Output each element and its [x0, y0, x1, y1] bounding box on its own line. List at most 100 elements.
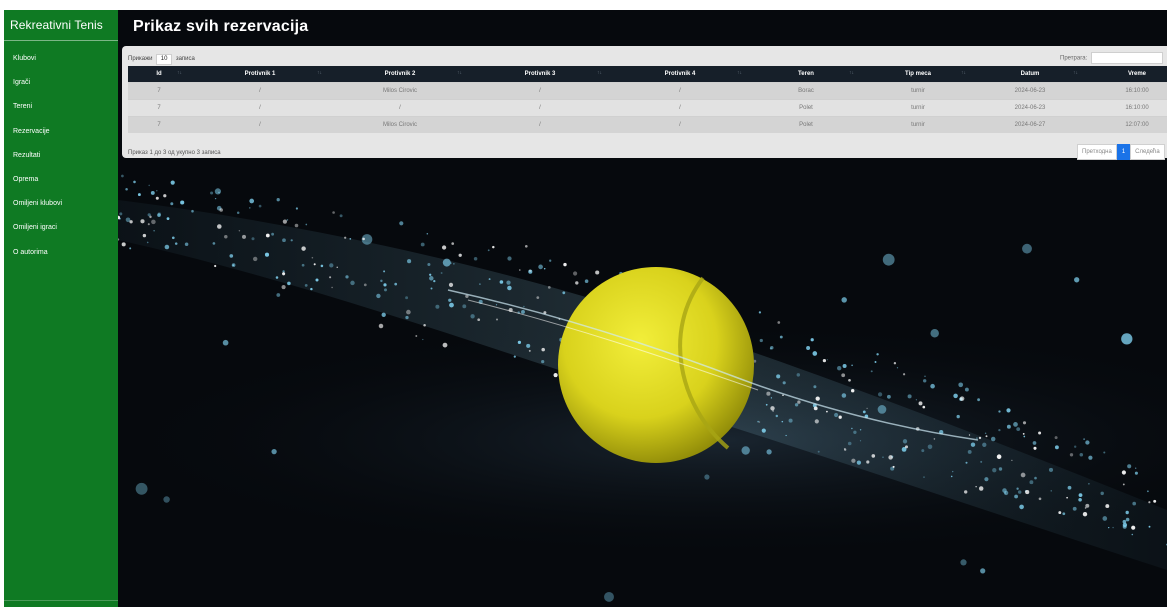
water-droplet	[282, 272, 286, 276]
sidebar-item-rezervacije[interactable]: Rezervacije	[4, 120, 118, 144]
pagination-page-1-button[interactable]: 1	[1116, 144, 1131, 160]
water-droplet	[442, 342, 448, 348]
column-header-id[interactable]: Id ↑↓	[128, 66, 190, 83]
water-droplet	[236, 211, 240, 215]
water-droplet	[1121, 470, 1126, 475]
water-droplet	[794, 403, 799, 407]
sidebar-item-omiljeni-igraci[interactable]: Omiljeni igraci	[4, 216, 118, 240]
water-droplet	[788, 418, 793, 423]
column-header-protivnik-1[interactable]: Protivnik 1 ↑↓	[190, 66, 330, 83]
column-header-label: Teren	[798, 71, 814, 77]
water-droplet	[1153, 499, 1157, 503]
water-droplet	[378, 323, 384, 329]
water-droplet	[479, 283, 481, 285]
column-header-protivnik-2[interactable]: Protivnik 2 ↑↓	[330, 66, 470, 83]
column-header-protivnik-3[interactable]: Protivnik 3 ↑↓	[470, 66, 610, 83]
water-droplet	[761, 428, 766, 433]
column-header-label: Tip meca	[905, 71, 931, 77]
water-droplet	[214, 264, 217, 268]
pagination-next-button[interactable]: Следећа	[1130, 144, 1165, 160]
water-droplet	[121, 174, 124, 178]
sidebar-item-rezultati[interactable]: Rezultati	[4, 144, 118, 168]
water-droplet	[381, 312, 386, 317]
water-droplet	[549, 259, 552, 262]
water-droplet	[967, 449, 972, 454]
water-droplet	[281, 285, 286, 290]
table-header-row: Id ↑↓ Protivnik 1 ↑↓ Protivnik 2 ↑↓ Protivn…	[128, 66, 1167, 83]
water-droplet	[975, 437, 978, 440]
water-droplet	[119, 212, 123, 216]
water-droplet	[170, 180, 175, 185]
water-droplet	[1017, 490, 1022, 494]
water-droplet	[507, 285, 512, 291]
page-length-select[interactable]: 10	[156, 54, 173, 65]
water-droplet	[151, 219, 156, 225]
water-droplet	[871, 454, 876, 458]
water-droplet	[834, 412, 839, 418]
column-header-datum[interactable]: Datum ↑↓	[974, 66, 1086, 83]
cell-tip-meca: turnir	[862, 116, 974, 133]
water-droplet	[435, 304, 440, 309]
water-droplet	[1033, 446, 1037, 450]
brand-title[interactable]: Rekreativni Tenis	[4, 10, 118, 41]
water-droplet	[893, 362, 897, 365]
column-header-protivnik-4[interactable]: Protivnik 4 ↑↓	[610, 66, 750, 83]
water-droplet	[528, 349, 531, 352]
water-droplet	[770, 406, 775, 411]
water-droplet	[156, 190, 158, 192]
water-droplet	[777, 321, 781, 324]
cell-id: 7	[128, 82, 190, 100]
water-droplet	[214, 188, 222, 195]
water-droplet	[286, 219, 289, 221]
water-droplet	[810, 338, 814, 342]
water-droplet	[837, 366, 842, 371]
water-droplet	[1066, 496, 1068, 499]
table-row: 7 / / / / Polet turnir 2024-06-23 16:10:…	[128, 99, 1167, 117]
water-droplet	[1085, 440, 1090, 445]
water-droplet	[150, 190, 155, 195]
water-droplet	[964, 490, 968, 494]
water-droplet	[998, 428, 1001, 432]
cell-protivnik-2: Milos Cirovic	[330, 116, 470, 133]
cell-teren: Polet	[750, 116, 862, 133]
water-droplet	[405, 296, 409, 300]
sidebar: Rekreativni Tenis Klubovi Igrači Tereni …	[4, 10, 119, 607]
water-droplet	[420, 242, 425, 247]
sidebar-item-klubovi[interactable]: Klubovi	[4, 47, 118, 71]
sidebar-item-omiljeni-klubovi[interactable]: Omiljeni klubovi	[4, 192, 118, 216]
water-droplet	[553, 373, 558, 378]
water-droplet	[785, 434, 787, 437]
water-droplet	[1062, 512, 1066, 516]
water-droplet	[959, 396, 965, 401]
water-droplet	[473, 256, 478, 261]
cell-protivnik-4: /	[610, 82, 750, 100]
sidebar-item-igraci[interactable]: Igrači	[4, 71, 118, 95]
water-droplet	[822, 358, 827, 363]
water-droplet	[212, 242, 216, 245]
water-droplet	[271, 232, 274, 236]
cell-protivnik-4: /	[610, 116, 750, 133]
sidebar-item-o-autorima[interactable]: O autorima	[4, 241, 118, 265]
water-droplet	[796, 373, 801, 377]
water-droplet	[1148, 525, 1151, 528]
water-droplet	[153, 230, 155, 232]
water-droplet	[1069, 453, 1074, 457]
water-droplet	[449, 302, 454, 308]
pagination-previous-button[interactable]: Претходна	[1077, 144, 1117, 160]
water-droplet	[985, 435, 988, 438]
water-droplet	[851, 427, 853, 430]
water-droplet	[180, 200, 185, 205]
water-droplet	[191, 209, 194, 213]
sidebar-item-tereni[interactable]: Tereni	[4, 95, 118, 119]
column-header-vreme[interactable]: Vreme↑↓	[1086, 66, 1167, 83]
search-input[interactable]	[1090, 52, 1163, 64]
water-droplet	[219, 208, 223, 212]
water-droplet	[470, 314, 475, 319]
water-droplet	[1122, 522, 1128, 528]
column-header-tip-meca[interactable]: Tip meca ↑↓	[862, 66, 974, 83]
water-droplet	[462, 304, 467, 309]
sidebar-item-oprema[interactable]: Oprema	[4, 168, 118, 192]
column-header-teren[interactable]: Teren ↑↓	[750, 66, 862, 83]
water-droplet	[538, 264, 543, 270]
water-droplet	[604, 591, 614, 602]
